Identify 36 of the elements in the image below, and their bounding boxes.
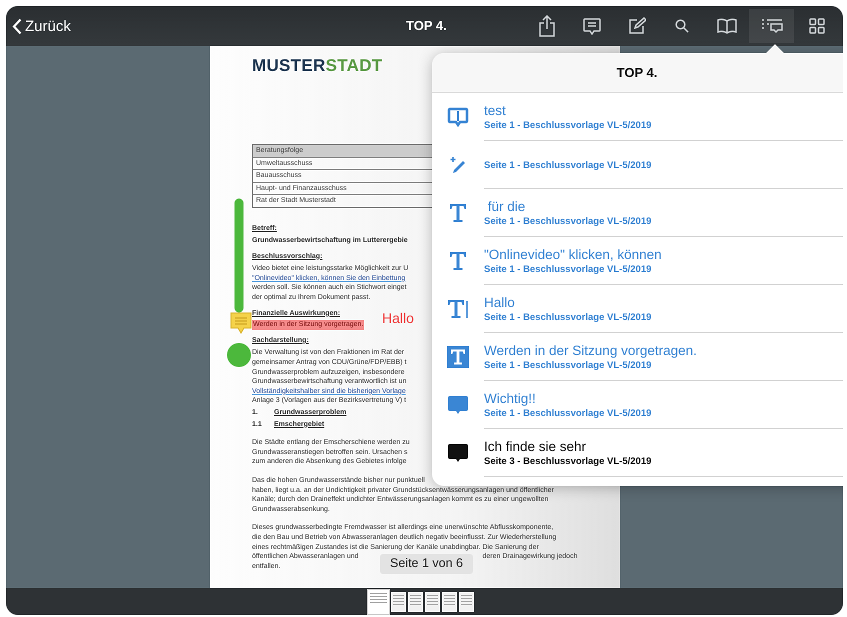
grid-icon <box>808 18 824 34</box>
edit-icon <box>628 17 646 35</box>
page-thumbnail[interactable] <box>424 592 440 612</box>
page-indicator: Seite 1 von 6 <box>380 554 473 574</box>
book-icon <box>716 18 736 34</box>
text-icon <box>449 203 467 223</box>
popover-title: TOP 4. <box>616 65 658 80</box>
annotation-list-item[interactable]: Hallo Seite 1 - Beschlussvorlage VL-5/2019 <box>432 285 843 333</box>
annotation-list-button[interactable] <box>749 9 794 43</box>
annotation-list-item[interactable]: Ich finde sie sehr Seite 3 - Beschlussvorlage VL-5/2019 <box>432 429 843 477</box>
annotation-list-icon <box>760 18 782 34</box>
back-button[interactable]: Zurück <box>6 18 71 34</box>
comment-icon <box>582 18 600 34</box>
text-cursor-icon <box>447 299 469 319</box>
page-thumbnail[interactable] <box>458 592 474 612</box>
note-icon <box>447 442 469 464</box>
toolbar-title: TOP 4. <box>406 18 447 33</box>
text-box-icon <box>447 346 469 368</box>
annotation-list-item[interactable]: test Seite 1 - Beschlussvorlage VL-5/2019 <box>432 93 843 141</box>
search-icon <box>674 19 688 33</box>
page-thumbnail[interactable] <box>368 590 388 614</box>
free-text-annotation: Hallo <box>382 310 414 326</box>
share-icon <box>538 15 554 37</box>
page-thumbnail[interactable] <box>442 592 456 612</box>
annotation-list-item[interactable]: Wichtig!! Seite 1 - Beschlussvorlage VL-5/2019 <box>432 381 843 429</box>
text-icon <box>449 251 467 271</box>
note-icon <box>447 394 469 416</box>
annotation-list-item[interactable]: Werden in der Sitzung vorgetragen. Seite 1 - Beschlussvorlage VL-5/2019 <box>432 333 843 381</box>
annotation-list-item[interactable]: "Onlinevideo" klicken, können Seite 1 - Beschlussvorlage VL-5/2019 <box>432 237 843 285</box>
page-thumbnail[interactable] <box>408 592 422 612</box>
chevron-left-icon <box>12 18 22 34</box>
pen-icon <box>448 155 468 175</box>
logo: MUSTERSTADT <box>252 56 382 76</box>
note-icon[interactable] <box>230 312 252 334</box>
comment-icon <box>447 106 469 128</box>
page-thumbnail[interactable] <box>390 592 406 612</box>
